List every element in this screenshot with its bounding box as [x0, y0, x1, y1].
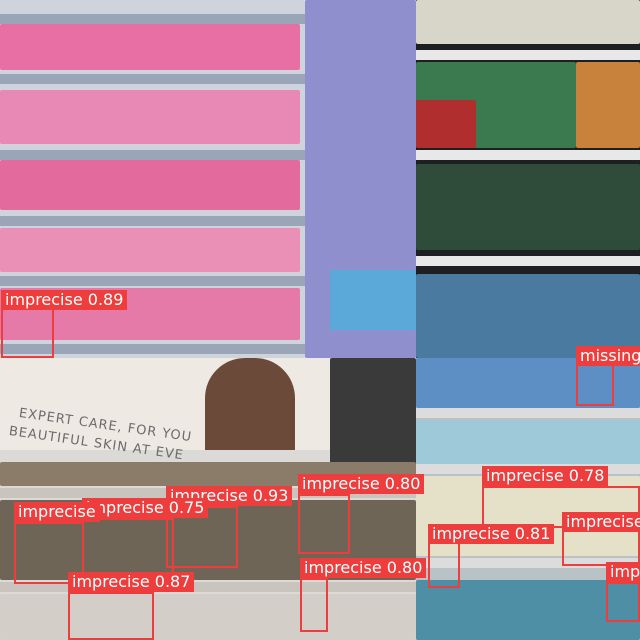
pink-pad-packs	[0, 160, 300, 210]
pink-pad-packs	[0, 90, 300, 144]
poster-strip	[416, 0, 640, 44]
pink-pad-packs	[0, 24, 300, 70]
detection-box	[428, 542, 460, 588]
detection-label: imprecise 0.75	[82, 498, 209, 518]
detection-box	[82, 518, 174, 578]
skincare-boxes	[0, 594, 416, 640]
photo-mosaic: EXPERT CARE, FOR YOU BEAUTIFUL SKIN AT E…	[0, 0, 640, 640]
beer-bottles	[576, 62, 640, 148]
poster-portrait	[205, 358, 295, 450]
shelf-edge	[416, 50, 640, 60]
detection-box	[562, 530, 640, 566]
tubes	[416, 420, 640, 464]
detection-box	[68, 592, 154, 640]
beer-cans	[416, 100, 476, 148]
blue-pad-packs	[330, 270, 416, 330]
detection-label: imp	[606, 562, 640, 582]
shelf-edge	[416, 256, 640, 266]
dark-panel	[330, 358, 416, 468]
detection-label: imprecise 0.80	[300, 558, 427, 578]
detection-box	[576, 364, 614, 406]
detection-label: imprecise 0.81	[428, 524, 555, 544]
shelf-edge	[416, 150, 640, 160]
shelf-edge	[416, 408, 640, 418]
detection-label: missing	[576, 346, 640, 366]
pink-pad-packs	[0, 228, 300, 272]
detection-box	[606, 582, 640, 622]
detection-label: imprecise 0.89	[1, 290, 128, 310]
detection-label: imprecise	[562, 512, 640, 532]
detection-box	[1, 308, 54, 358]
detection-label: imprecise	[14, 502, 100, 522]
detection-label: imprecise 0.87	[68, 572, 195, 592]
detection-label: imprecise 0.80	[298, 474, 425, 494]
beer-shelf-photo	[416, 0, 640, 358]
detection-box	[298, 494, 350, 554]
beer-cans	[416, 164, 640, 250]
detection-box	[300, 578, 328, 632]
detection-label: imprecise 0.78	[482, 466, 609, 486]
